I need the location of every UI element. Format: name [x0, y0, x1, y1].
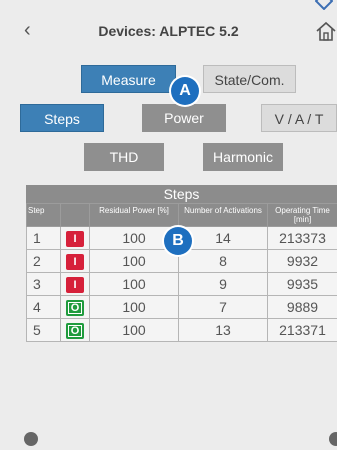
- step-number: 4: [26, 295, 61, 319]
- step-number: 2: [26, 249, 61, 273]
- state-cell: I: [60, 249, 90, 273]
- activations: 9: [178, 272, 268, 296]
- scroll-indicator-right: [329, 432, 337, 446]
- state-on-badge: I: [66, 277, 84, 293]
- callout-marker-a: A: [171, 77, 199, 105]
- header-state: [60, 203, 90, 227]
- header: ‹ Devices: ALPTEC 5.2: [0, 14, 337, 48]
- state-cell: O: [60, 295, 90, 319]
- header-residual-power: Residual Power [%]: [89, 203, 179, 227]
- table-row: 3 I 100 9 9935: [26, 272, 337, 296]
- state-cell: I: [60, 226, 90, 250]
- tab-state-com[interactable]: State/Com.: [203, 65, 296, 93]
- activations: 13: [178, 318, 268, 342]
- operating-time: 9935: [267, 272, 337, 296]
- app-screen: ‹ Devices: ALPTEC 5.2 Measure State/Com.…: [0, 0, 337, 450]
- tab-v-a-t[interactable]: V / A / T: [261, 104, 337, 132]
- state-on-badge: I: [66, 254, 84, 270]
- scroll-indicator-left: [24, 432, 38, 446]
- home-icon[interactable]: [315, 20, 337, 42]
- step-number: 3: [26, 272, 61, 296]
- state-cell: O: [60, 318, 90, 342]
- step-number: 1: [26, 226, 61, 250]
- activations: 8: [178, 249, 268, 273]
- operating-time: 213373: [267, 226, 337, 250]
- residual-power: 100: [89, 318, 179, 342]
- diamond-icon: [315, 0, 333, 10]
- activations: 7: [178, 295, 268, 319]
- tab-steps[interactable]: Steps: [20, 104, 104, 132]
- state-off-badge: O: [66, 300, 84, 316]
- table-title: Steps: [26, 185, 337, 203]
- tab-thd[interactable]: THD: [84, 143, 164, 171]
- step-number: 5: [26, 318, 61, 342]
- page-title: Devices: ALPTEC 5.2: [98, 23, 239, 39]
- operating-time: 213371: [267, 318, 337, 342]
- tab-power[interactable]: Power: [142, 104, 226, 132]
- table-row: 5 O 100 13 213371: [26, 318, 337, 342]
- steps-table: Steps Step Residual Power [%] Number of …: [26, 185, 337, 342]
- table-row: 4 O 100 7 9889: [26, 295, 337, 319]
- tab-measure[interactable]: Measure: [81, 65, 176, 93]
- state-off-badge: O: [66, 323, 84, 339]
- header-activations: Number of Activations: [178, 203, 268, 227]
- state-cell: I: [60, 272, 90, 296]
- state-on-badge: I: [66, 231, 84, 247]
- residual-power: 100: [89, 295, 179, 319]
- operating-time: 9889: [267, 295, 337, 319]
- residual-power: 100: [89, 249, 179, 273]
- tab-harmonic[interactable]: Harmonic: [203, 143, 283, 171]
- residual-power: 100: [89, 272, 179, 296]
- header-step: Step: [26, 203, 61, 227]
- operating-time: 9932: [267, 249, 337, 273]
- header-operating-time: Operating Time [min]: [267, 203, 337, 227]
- callout-marker-b: B: [164, 227, 192, 255]
